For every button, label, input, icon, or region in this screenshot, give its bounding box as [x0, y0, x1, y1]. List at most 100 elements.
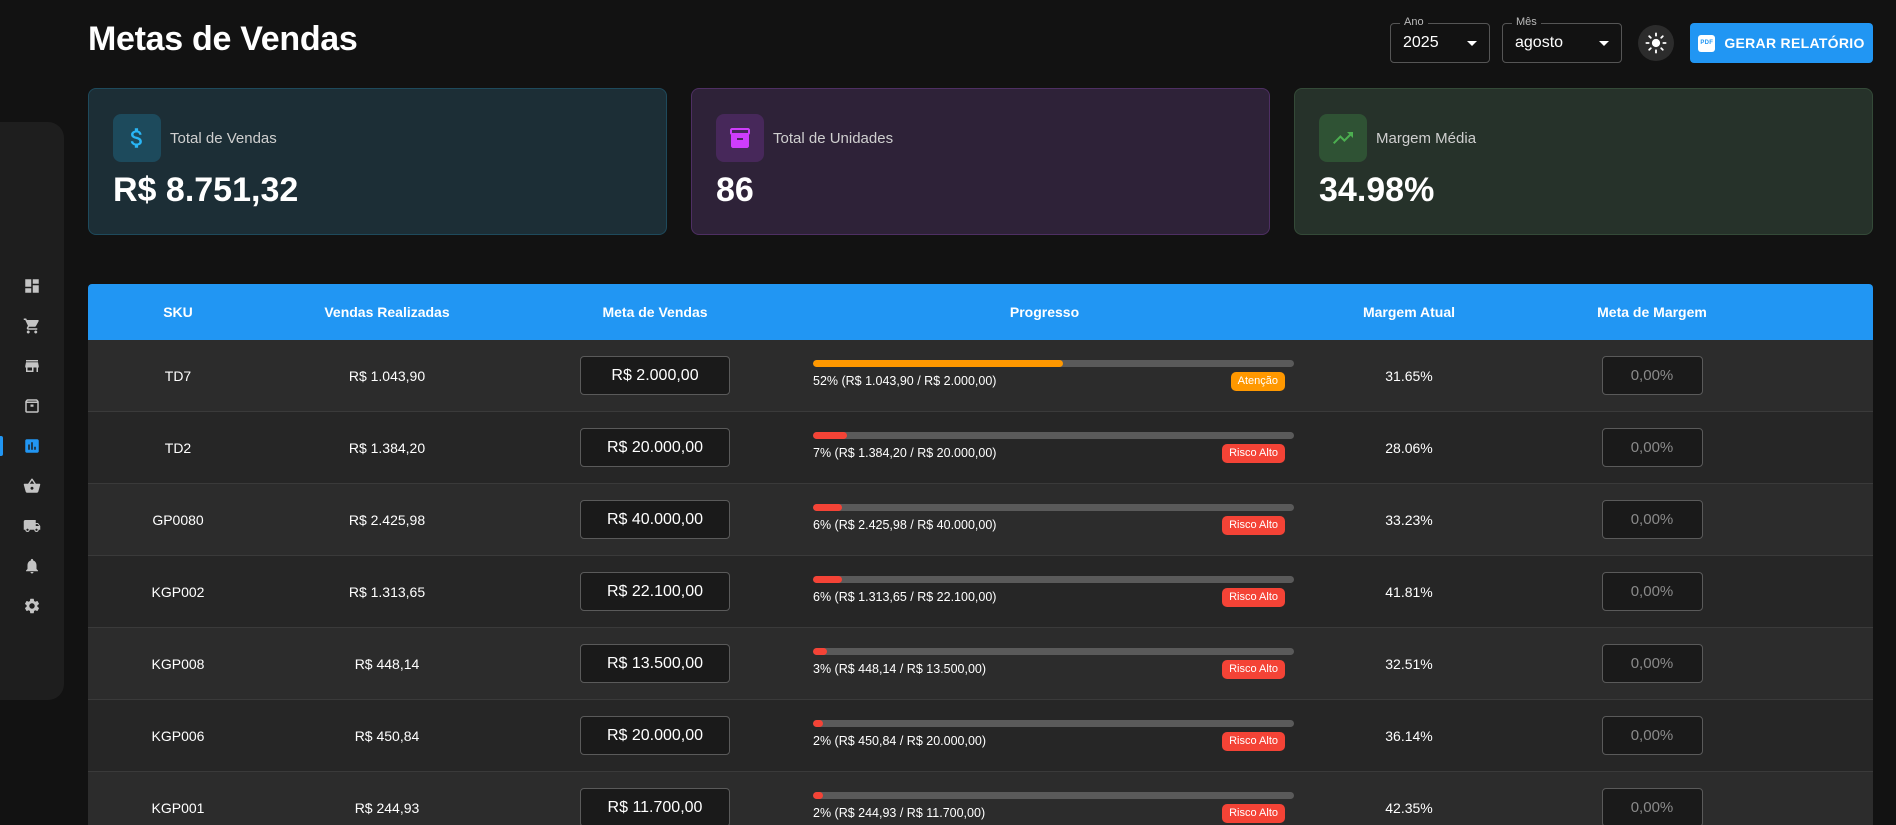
archive-icon: [25, 399, 39, 413]
margin-goal-input[interactable]: 0,00%: [1601, 356, 1703, 395]
sun-icon: [1645, 32, 1667, 54]
progress-fill: [813, 647, 828, 655]
table-row: TD2 R$ 1.384,20 R$ 20.000,00 7% (R$ 1.38…: [88, 412, 1873, 484]
margin-goal-input[interactable]: 0,00%: [1601, 644, 1703, 683]
column-header-margin-goal[interactable]: Meta de Margem: [1533, 304, 1771, 320]
total-units-value: 86: [716, 171, 754, 209]
sales-goal-input[interactable]: R$ 2.000,00: [580, 356, 730, 395]
progress-track: [813, 503, 1294, 511]
progress-cell: 6% (R$ 2.425,98 / R$ 40.000,00) Risco Al…: [804, 500, 1294, 540]
margin-cell: 33.23%: [1385, 511, 1433, 528]
column-header-margin[interactable]: Margem Atual: [1285, 304, 1533, 320]
sales-cell: R$ 1.043,90: [348, 367, 426, 384]
margin-goal-input[interactable]: 0,00%: [1601, 428, 1703, 467]
progress-cell: 6% (R$ 1.313,65 / R$ 22.100,00) Risco Al…: [804, 572, 1294, 612]
goal-cell: R$ 20.000,00: [506, 716, 804, 755]
progress-track: [813, 719, 1294, 727]
sidebar-item-store[interactable]: [0, 346, 64, 386]
sales-goal-input[interactable]: R$ 11.700,00: [580, 788, 730, 825]
store-icon: [25, 360, 39, 372]
archive-icon: [716, 114, 764, 162]
sidebar-item-basket[interactable]: [0, 466, 64, 506]
margin-goal-input[interactable]: 0,00%: [1601, 572, 1703, 611]
progress-track: [813, 431, 1294, 439]
goal-cell: R$ 20.000,00: [506, 428, 804, 467]
dollar-icon: [113, 114, 161, 162]
trending-up-icon: [1319, 114, 1367, 162]
margin-goal-input[interactable]: 0,00%: [1601, 500, 1703, 539]
column-header-goal[interactable]: Meta de Vendas: [506, 304, 804, 320]
progress-text: 6% (R$ 2.425,98 / R$ 40.000,00): [813, 517, 997, 532]
sales-goals-table: SKU Vendas Realizadas Meta de Vendas Pro…: [88, 284, 1873, 825]
sales-goal-input[interactable]: R$ 22.100,00: [580, 572, 730, 611]
theme-toggle-button[interactable]: [1638, 25, 1674, 61]
sku-cell: TD2: [164, 439, 192, 456]
month-select-value: agosto: [1515, 34, 1564, 51]
column-header-progress[interactable]: Progresso: [804, 304, 1285, 320]
total-units-label: Total de Unidades: [773, 130, 894, 147]
goal-cell: R$ 2.000,00: [506, 356, 804, 395]
year-select[interactable]: Ano 2025: [1390, 16, 1490, 63]
average-margin-label: Margem Média: [1376, 130, 1477, 147]
margin-goal-input[interactable]: 0,00%: [1601, 716, 1703, 755]
margin-cell: 31.65%: [1385, 367, 1433, 384]
total-sales-value: R$ 8.751,32: [113, 171, 299, 209]
basket-icon: [23, 478, 41, 493]
table-row: GP0080 R$ 2.425,98 R$ 40.000,00 6% (R$ 2…: [88, 484, 1873, 556]
table-body: TD7 R$ 1.043,90 R$ 2.000,00 52% (R$ 1.04…: [88, 340, 1873, 825]
generate-report-button[interactable]: PDF GERAR RELATÓRIO: [1690, 23, 1873, 63]
generate-report-label: GERAR RELATÓRIO: [1724, 35, 1865, 51]
table-row: KGP008 R$ 448,14 R$ 13.500,00 3% (R$ 448…: [88, 628, 1873, 700]
sidebar-item-cart[interactable]: [0, 306, 64, 346]
average-margin-value: 34.98%: [1319, 171, 1435, 209]
sku-cell: GP0080: [152, 511, 204, 528]
year-select-value: 2025: [1403, 34, 1439, 51]
progress-text: 7% (R$ 1.384,20 / R$ 20.000,00): [813, 445, 997, 460]
status-badge: Atenção: [1230, 371, 1285, 391]
sales-cell: R$ 244,93: [354, 799, 420, 816]
progress-fill: [813, 431, 847, 439]
sku-cell: TD7: [164, 367, 192, 384]
sales-goal-input[interactable]: R$ 13.500,00: [580, 644, 730, 683]
month-select[interactable]: Mês agosto: [1502, 16, 1622, 63]
sku-cell: KGP008: [151, 655, 205, 672]
column-header-sales[interactable]: Vendas Realizadas: [268, 304, 506, 320]
sales-cell: R$ 450,84: [354, 727, 420, 744]
table-row: KGP006 R$ 450,84 R$ 20.000,00 2% (R$ 450…: [88, 700, 1873, 772]
sidebar-item-shipping[interactable]: [0, 506, 64, 546]
bell-icon: [26, 558, 38, 574]
column-header-sku[interactable]: SKU: [88, 304, 268, 320]
pdf-icon: PDF: [1698, 34, 1716, 52]
table-header: SKU Vendas Realizadas Meta de Vendas Pro…: [88, 284, 1873, 340]
sales-goal-input[interactable]: R$ 20.000,00: [580, 716, 730, 755]
progress-text: 6% (R$ 1.313,65 / R$ 22.100,00): [813, 589, 997, 604]
sidebar-item-notifications[interactable]: [0, 546, 64, 586]
gear-icon: [24, 598, 40, 614]
margin-cell: 28.06%: [1385, 439, 1433, 456]
progress-track: [813, 575, 1294, 583]
sidebar-item-settings[interactable]: [0, 586, 64, 626]
chevron-down-icon: [1599, 41, 1609, 46]
chevron-down-icon: [1467, 41, 1477, 46]
sales-cell: R$ 1.384,20: [348, 439, 426, 456]
margin-goal-input[interactable]: 0,00%: [1601, 788, 1703, 825]
progress-fill: [813, 791, 823, 799]
progress-indicator: 6% (R$ 2.425,98 / R$ 40.000,00) Risco Al…: [813, 500, 1294, 540]
progress-indicator: 2% (R$ 244,93 / R$ 11.700,00) Risco Alto: [813, 788, 1294, 825]
sidebar-item-archive[interactable]: [0, 386, 64, 426]
sales-goal-input[interactable]: R$ 20.000,00: [580, 428, 730, 467]
margin-goal-cell: 0,00%: [1533, 788, 1771, 825]
status-badge: Risco Alto: [1222, 803, 1285, 823]
average-margin-card: Margem Média 34.98%: [1294, 88, 1873, 235]
sidebar-item-goals[interactable]: [0, 426, 64, 466]
sales-goal-input[interactable]: R$ 40.000,00: [580, 500, 730, 539]
margin-goal-cell: 0,00%: [1533, 356, 1771, 395]
month-select-label: Mês: [1512, 16, 1541, 28]
sidebar-item-dashboard[interactable]: [0, 266, 64, 306]
margin-goal-cell: 0,00%: [1533, 716, 1771, 755]
truck-icon: [23, 520, 41, 532]
total-sales-label: Total de Vendas: [170, 130, 277, 147]
margin-goal-cell: 0,00%: [1533, 428, 1771, 467]
table-row: TD7 R$ 1.043,90 R$ 2.000,00 52% (R$ 1.04…: [88, 340, 1873, 412]
dashboard-icon: [25, 279, 39, 293]
